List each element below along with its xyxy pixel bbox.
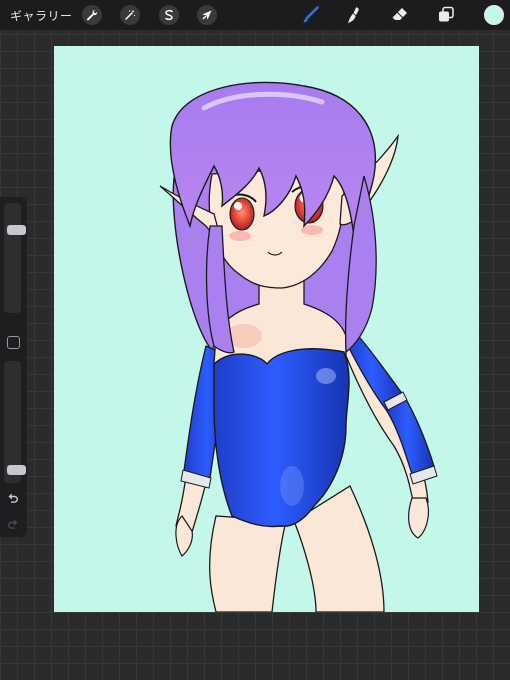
brush-size-slider[interactable] xyxy=(4,203,26,313)
color-picker-swatch[interactable] xyxy=(484,5,504,25)
wrench-icon xyxy=(87,10,98,21)
elf-girl-illustration xyxy=(54,46,479,612)
eraser-tool-button[interactable] xyxy=(388,3,412,27)
selection-s-icon xyxy=(165,9,173,21)
modify-button[interactable] xyxy=(7,336,20,349)
smudge-tool-button[interactable] xyxy=(342,3,366,27)
left-sidebar xyxy=(0,197,27,537)
redo-button[interactable] xyxy=(5,517,21,533)
brush-size-thumb[interactable] xyxy=(7,225,26,235)
opacity-thumb[interactable] xyxy=(7,465,26,475)
opacity-slider[interactable] xyxy=(4,361,26,483)
layers-icon xyxy=(439,6,454,22)
arrow-cursor-icon xyxy=(202,10,212,20)
smudge-icon xyxy=(348,7,359,24)
transform-button[interactable] xyxy=(197,5,217,25)
undo-icon xyxy=(8,493,18,503)
brush-tool-button[interactable] xyxy=(299,3,323,27)
eraser-icon xyxy=(392,8,407,20)
undo-button[interactable] xyxy=(5,491,21,507)
layers-button[interactable] xyxy=(434,3,458,27)
brush-icon xyxy=(303,6,319,23)
drawing-canvas[interactable] xyxy=(54,46,479,612)
magic-wand-icon xyxy=(125,9,136,20)
redo-icon xyxy=(8,519,18,529)
adjustments-button[interactable] xyxy=(120,5,140,25)
gallery-button[interactable]: ギャラリー xyxy=(10,7,73,24)
actions-button[interactable] xyxy=(82,5,102,25)
selection-button[interactable] xyxy=(159,5,179,25)
top-toolbar: ギャラリー xyxy=(0,0,510,30)
